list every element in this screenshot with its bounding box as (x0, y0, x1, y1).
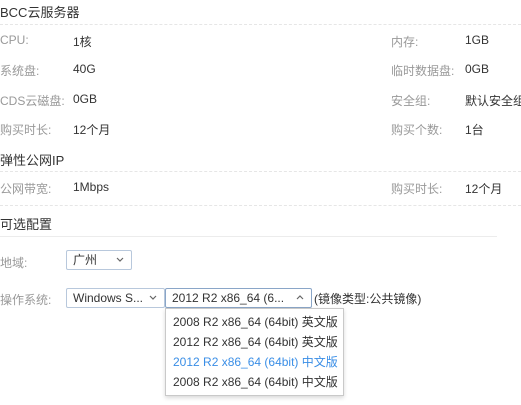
image-option[interactable]: 2008 R2 x86_64 (64bit) 英文版 (166, 312, 343, 332)
os-select-value: Windows S... (73, 291, 144, 305)
security-group-value: 默认安全组 (465, 94, 521, 108)
cpu-value: 1核 (73, 35, 92, 49)
eip-section-title: 弹性公网IP (0, 153, 65, 168)
chevron-down-icon (116, 257, 124, 262)
security-group-label: 安全组: (391, 94, 431, 108)
optional-divider (0, 236, 497, 237)
region-select-value: 广州 (73, 253, 98, 267)
cpu-label: CPU: (0, 33, 29, 47)
image-type-text: (镜像类型:公共镜像) (314, 292, 422, 306)
image-select-value: 2012 R2 x86_64 (6... (172, 291, 285, 305)
eip-divider (0, 171, 521, 172)
bcc-divider (0, 24, 521, 25)
image-option[interactable]: 2008 R2 x86_64 (64bit) 中文版 (166, 372, 343, 392)
memory-value: 1GB (465, 33, 490, 47)
image-select[interactable]: 2012 R2 x86_64 (6... (165, 288, 312, 308)
system-disk-value: 40G (73, 62, 96, 76)
bandwidth-value: 1Mbps (73, 180, 110, 194)
bandwidth-label: 公网带宽: (0, 182, 52, 196)
eip-duration-label: 购买时长: (391, 182, 443, 196)
system-disk-label: 系统盘: (0, 64, 40, 78)
bcc-duration-value: 12个月 (73, 123, 111, 137)
count-label: 购买个数: (391, 123, 443, 137)
os-label: 操作系统: (0, 293, 52, 307)
eip-bottom-divider (0, 205, 521, 206)
chevron-down-icon (149, 295, 157, 300)
cds-value: 0GB (73, 92, 98, 106)
image-option[interactable]: 2012 R2 x86_64 (64bit) 英文版 (166, 332, 343, 352)
memory-label: 内存: (391, 35, 419, 49)
region-label: 地域: (0, 256, 28, 270)
order-confirmation-page: BCC云服务器 CPU: 1核 内存: 1GB 系统盘: 40G 临时数据盘: … (0, 0, 521, 405)
temp-disk-label: 临时数据盘: (391, 64, 455, 78)
count-value: 1台 (465, 123, 484, 137)
os-select[interactable]: Windows S... (66, 288, 165, 308)
bcc-section-title: BCC云服务器 (0, 5, 80, 20)
optional-section-title: 可选配置 (0, 217, 53, 232)
chevron-up-icon (296, 295, 304, 300)
bcc-duration-label: 购买时长: (0, 123, 52, 137)
region-select[interactable]: 广州 (66, 250, 132, 270)
image-dropdown-list: 2008 R2 x86_64 (64bit) 英文版 2012 R2 x86_6… (165, 308, 344, 396)
eip-duration-value: 12个月 (465, 182, 503, 196)
temp-disk-value: 0GB (465, 62, 490, 76)
cds-label: CDS云磁盘: (0, 94, 65, 108)
image-option-selected[interactable]: 2012 R2 x86_64 (64bit) 中文版 (166, 352, 343, 372)
